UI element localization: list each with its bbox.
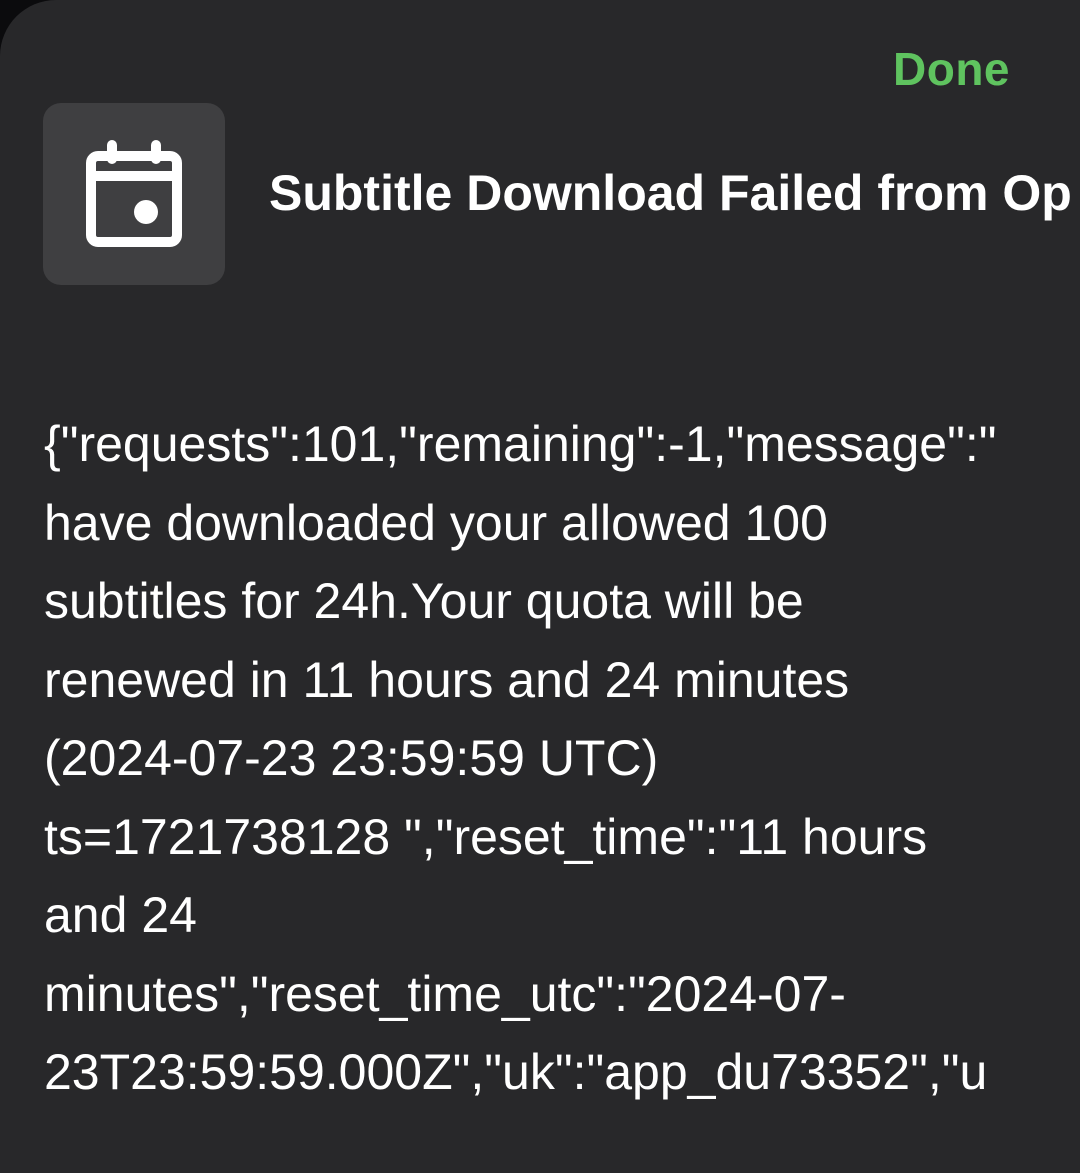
- done-button[interactable]: Done: [893, 42, 1010, 96]
- message-line: minutes","reset_time_utc":"2024-07-: [44, 965, 846, 1022]
- message-line: {"requests":101,"remaining":-1,"message"…: [44, 416, 997, 472]
- message-line: subtitles for 24h.Your quota will be: [44, 573, 804, 629]
- message-line: (2024-07-23 23:59:59 UTC): [44, 730, 659, 786]
- notification-message: {"requests":101,"remaining":-1,"message"…: [44, 405, 1080, 1112]
- message-line: renewed in 11 hours and 24 minutes: [44, 651, 850, 708]
- calendar-icon: [86, 140, 182, 247]
- notification-title: Subtitle Download Failed from Op: [269, 165, 1072, 221]
- app-icon-tile: [43, 103, 225, 285]
- message-line: and 24: [44, 887, 197, 943]
- message-line: ts=1721738128 ","reset_time":"11 hours: [44, 808, 928, 865]
- message-line: have downloaded your allowed 100: [44, 494, 828, 551]
- message-line: 23T23:59:59.000Z","uk":"app_du73352","u: [44, 1044, 988, 1100]
- notification-detail-sheet: Done Subtitle Download Failed from Op {"…: [0, 0, 1080, 1173]
